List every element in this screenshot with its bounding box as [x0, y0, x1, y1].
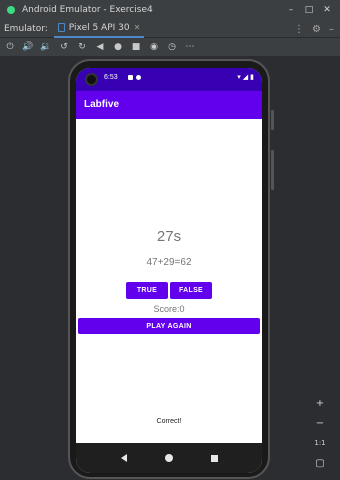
gear-icon[interactable]: ⚙ — [312, 24, 321, 35]
device-screen: 6:53 ▾ ◢ ▮ Labfive 27s 47+29=62 TRUE FAL… — [76, 68, 262, 473]
zoom-controls: + − 1:1 ▢ — [310, 395, 330, 471]
timer-text: 27s — [156, 228, 182, 245]
power-icon[interactable]: ⏻ — [4, 41, 16, 53]
question-text: 47+29=62 — [146, 257, 192, 268]
rotate-right-icon[interactable]: ↻ — [76, 41, 88, 53]
signal-icon: ◢ — [242, 73, 249, 81]
status-time: 6:53 — [104, 74, 118, 81]
result-text: Correct! — [156, 418, 182, 425]
play-again-button[interactable]: PLAY AGAIN — [78, 318, 260, 334]
battery-icon: ▮ — [250, 73, 254, 81]
true-button[interactable]: TRUE — [126, 282, 168, 299]
volume-up-icon[interactable]: 🔊 — [22, 41, 34, 53]
overview-icon[interactable]: ■ — [130, 41, 142, 53]
emulator-toolbar: ⏻ 🔊 🔉 ↺ ↻ ◀ ● ■ ◉ ◷ ⋯ — [0, 38, 340, 56]
false-button[interactable]: FALSE — [170, 282, 212, 299]
android-studio-icon — [7, 6, 15, 14]
more-icon[interactable]: ⋯ — [184, 41, 196, 53]
app-bar: Labfive — [76, 91, 262, 119]
minimize-panel-icon[interactable]: – — [329, 24, 334, 35]
rotate-left-icon[interactable]: ↺ — [58, 41, 70, 53]
side-button — [271, 150, 274, 190]
nav-recents-icon[interactable] — [210, 454, 218, 462]
maximize-icon[interactable]: □ — [300, 1, 318, 19]
wifi-icon: ▾ — [237, 73, 241, 81]
back-icon[interactable]: ◀ — [94, 41, 106, 53]
volume-down-icon[interactable]: 🔉 — [40, 41, 52, 53]
app-title: Labfive — [84, 99, 120, 110]
camera-icon[interactable]: ◉ — [148, 41, 160, 53]
notification-icon — [128, 75, 133, 80]
window-title: Android Emulator - Exercise4 — [22, 5, 153, 15]
status-bar: 6:53 ▾ ◢ ▮ — [76, 68, 262, 91]
device-icon — [57, 23, 65, 32]
minimize-icon[interactable]: – — [282, 1, 300, 19]
tab-device-label: Pixel 5 API 30 — [68, 22, 130, 33]
more-options-icon[interactable]: ⋮ — [294, 24, 304, 35]
window-title-bar: Android Emulator - Exercise4 – □ ✕ — [0, 0, 340, 20]
front-camera — [85, 73, 98, 86]
close-tab-icon[interactable]: ✕ — [134, 23, 141, 32]
nav-home-icon[interactable] — [164, 454, 173, 462]
side-button — [271, 110, 274, 130]
tab-device[interactable]: Pixel 5 API 30 ✕ — [53, 20, 145, 38]
navigation-bar — [76, 443, 262, 473]
emulator-label: Emulator: — [4, 23, 48, 34]
zoom-out-button[interactable]: − — [311, 415, 329, 431]
nav-back-icon[interactable] — [120, 454, 127, 462]
close-icon[interactable]: ✕ — [318, 1, 336, 19]
score-text: Score:0 — [153, 304, 185, 314]
notification-icon — [136, 75, 141, 80]
fit-screen-icon[interactable]: ▢ — [311, 455, 329, 471]
home-icon[interactable]: ● — [112, 41, 124, 53]
snapshot-icon[interactable]: ◷ — [166, 41, 178, 53]
actual-size-button[interactable]: 1:1 — [311, 435, 329, 451]
zoom-in-button[interactable]: + — [311, 395, 329, 411]
emulator-tab-bar: Emulator: Pixel 5 API 30 ✕ ⋮ ⚙ – — [0, 20, 340, 38]
